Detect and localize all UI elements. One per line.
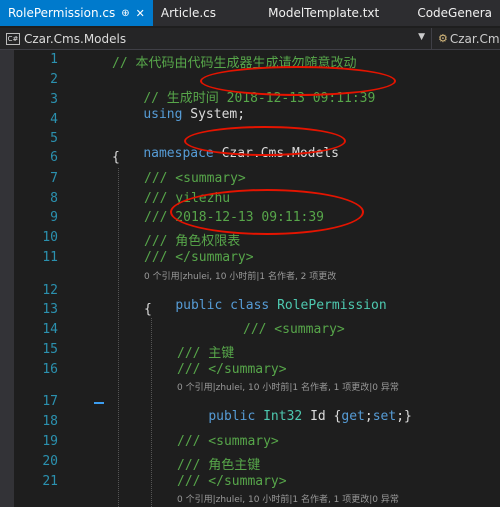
line-number: 12 — [42, 283, 58, 298]
code-editor[interactable]: 1 2 3 4 5 6 7 8 9 10 11 12 13 14 15 16 1… — [0, 50, 500, 507]
line-number: 17 — [42, 394, 58, 409]
code-line-19: /// <summary> — [177, 434, 279, 449]
indent-guide — [118, 168, 119, 507]
close-icon[interactable]: ✕ — [136, 7, 145, 20]
code-line-7: /// <summary> — [144, 171, 246, 186]
line-number: 21 — [42, 474, 58, 489]
line-number: 15 — [42, 342, 58, 357]
navigation-bar: C# Czar.Cms.Models ▼ ⚙ Czar.Cms.M — [0, 28, 500, 50]
line-number: 4 — [50, 112, 58, 127]
codelens-roleid[interactable]: 0 个引用|zhulei, 10 小时前|1 名作者, 1 项更改|0 异常 — [177, 492, 399, 505]
indent-guide — [151, 318, 152, 507]
keyword-public: public — [175, 298, 223, 313]
code-line-14: /// <summary> — [243, 322, 345, 337]
code-line-20: /// 角色主键 — [177, 458, 261, 473]
line-number: 18 — [42, 414, 58, 429]
line-number: 13 — [42, 302, 58, 317]
tab-rolepermission[interactable]: RolePermission.cs ⊕ ✕ — [0, 0, 153, 26]
line-number: 8 — [50, 191, 58, 206]
document-tab-bar: RolePermission.cs ⊕ ✕ Article.cs ModelTe… — [0, 0, 500, 26]
class-path: Czar.Cms.M — [449, 31, 500, 46]
codelens-class[interactable]: 0 个引用|zhulei, 10 小时前|1 名作者, 2 项更改 — [144, 269, 336, 282]
line-number: 3 — [50, 92, 58, 107]
tab-label: CodeGenera — [417, 6, 492, 20]
project-dropdown[interactable]: C# Czar.Cms.Models ▼ — [0, 28, 432, 49]
line-number: 19 — [42, 434, 58, 449]
class-icon: ⚙ — [438, 32, 448, 45]
line-number: 9 — [50, 210, 58, 225]
class-dropdown[interactable]: ⚙ Czar.Cms.M — [432, 28, 500, 49]
line-number: 11 — [42, 250, 58, 265]
line-number: 2 — [50, 72, 58, 87]
code-line-17: public Int32 Id {get;set;} — [177, 394, 412, 439]
csharp-project-icon: C# — [6, 32, 20, 45]
line-number: 20 — [42, 454, 58, 469]
keyword-set: set — [372, 409, 397, 424]
tab-label: Article.cs — [160, 6, 217, 20]
keyword-class: class — [230, 298, 270, 313]
semicolon: ; — [364, 409, 373, 424]
tab-label: ModelTemplate.txt — [268, 6, 380, 20]
property-decl: Id { — [302, 409, 342, 424]
highlight-ellipse — [170, 189, 364, 235]
codelens-id[interactable]: 0 个引用|zhulei, 10 小时前|1 名作者, 1 项更改|0 异常 — [177, 380, 399, 393]
project-name: Czar.Cms.Models — [24, 31, 127, 46]
code-line-15: /// 主键 — [177, 346, 235, 361]
highlight-ellipse — [184, 126, 346, 156]
line-number: 7 — [50, 171, 58, 186]
change-marker — [94, 402, 104, 404]
class-name: RolePermission — [277, 298, 387, 313]
tab-modeltemplate[interactable]: ModelTemplate.txt — [250, 0, 397, 26]
closing-brace: ;} — [396, 409, 412, 424]
tab-article[interactable]: Article.cs — [153, 0, 250, 26]
namespace-ref: System; — [182, 107, 246, 122]
code-line-21: /// </summary> — [177, 474, 287, 489]
code-line-13: { — [144, 302, 152, 317]
line-number: 1 — [50, 52, 58, 67]
keyword-using: using — [143, 107, 183, 122]
line-number: 5 — [50, 131, 58, 146]
highlight-ellipse — [200, 66, 396, 96]
code-line-6: { — [112, 150, 120, 165]
chevron-down-icon: ▼ — [418, 32, 425, 42]
line-number: 16 — [42, 362, 58, 377]
line-number: 6 — [50, 150, 58, 165]
glyph-margin — [0, 50, 14, 507]
tab-codegenerator[interactable]: CodeGenera — [397, 0, 500, 26]
code-line-16: /// </summary> — [177, 362, 287, 377]
tab-label: RolePermission.cs — [8, 6, 116, 20]
keyword-public: public — [208, 409, 256, 424]
line-number: 14 — [42, 322, 58, 337]
type-int32: Int32 — [263, 409, 303, 424]
line-number: 10 — [42, 230, 58, 245]
pin-icon[interactable]: ⊕ — [121, 8, 129, 19]
code-line-11: /// </summary> — [144, 250, 254, 265]
keyword-get: get — [341, 409, 365, 424]
